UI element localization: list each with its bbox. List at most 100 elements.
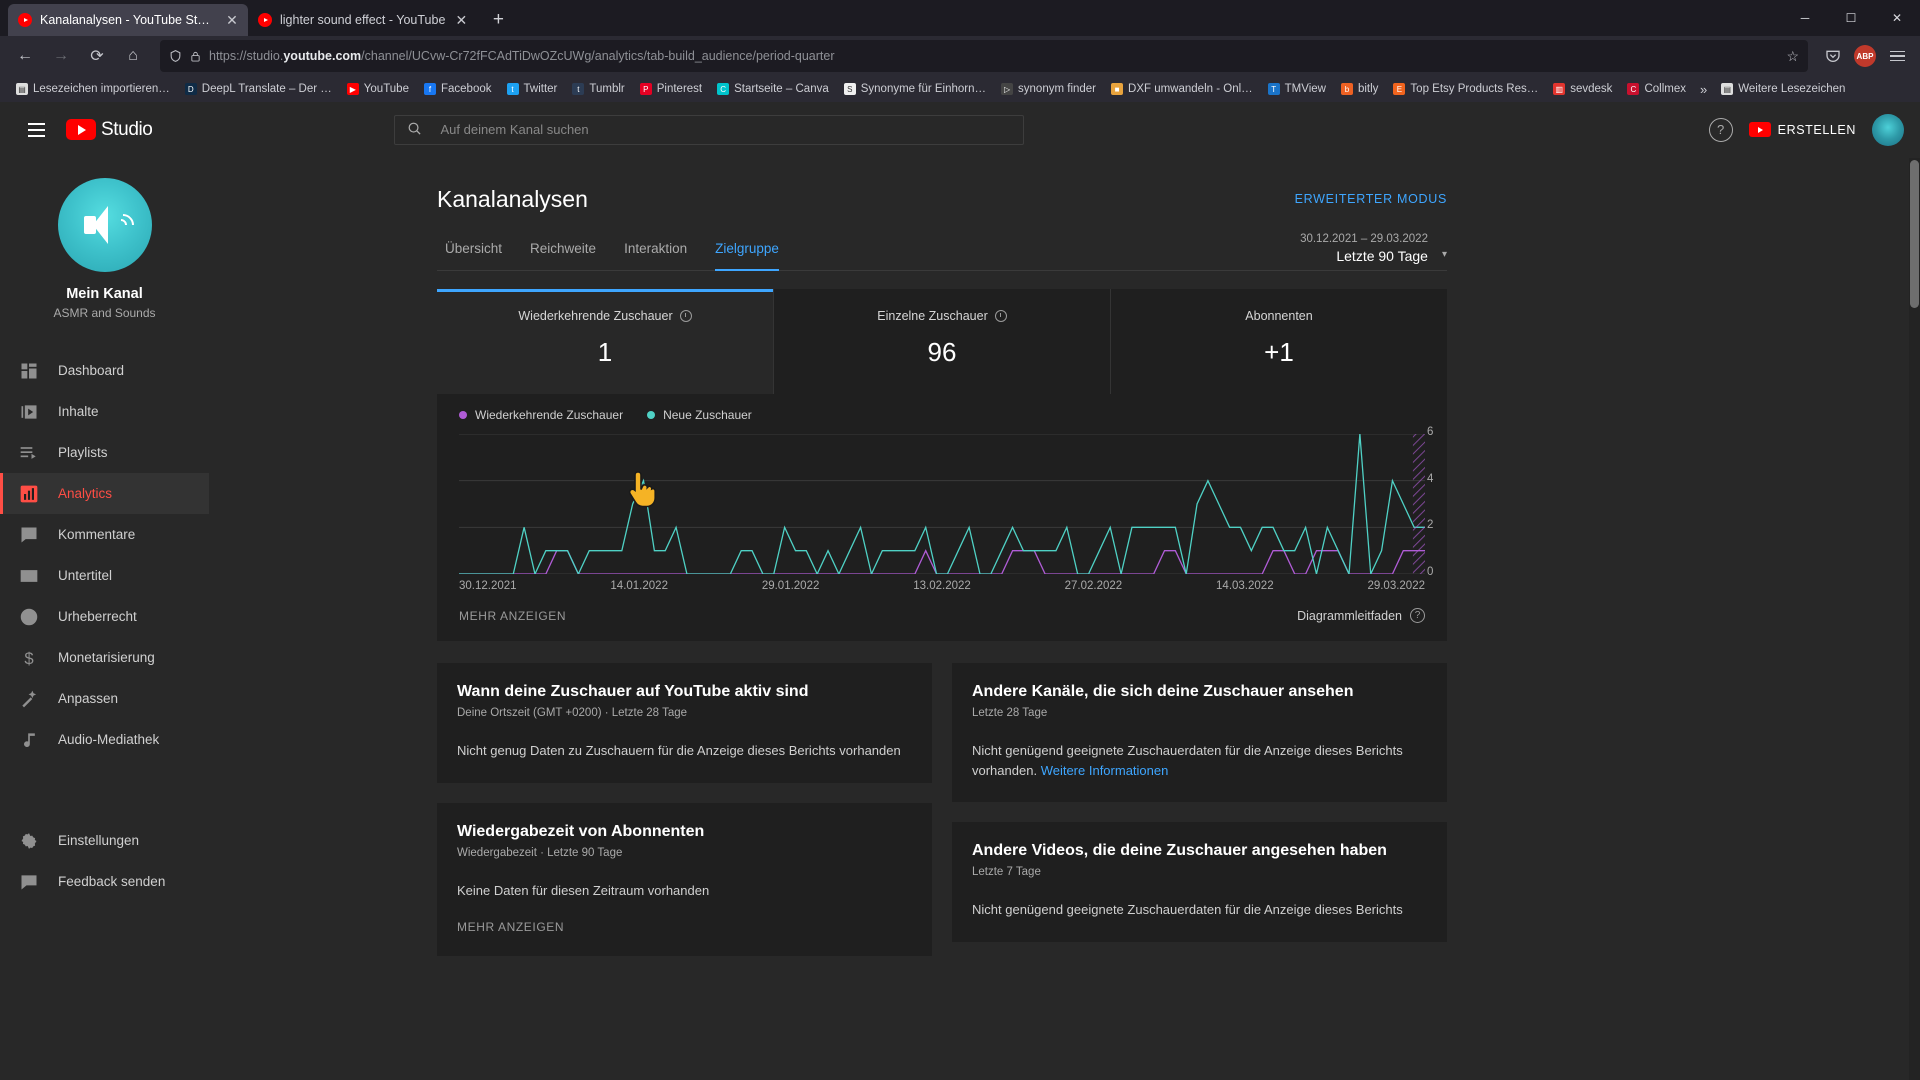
help-icon[interactable]: ? — [1410, 608, 1425, 623]
browser-navbar: ← → ⟳ ⌂ https://studio.youtube.com/chann… — [0, 36, 1920, 76]
close-tab-icon[interactable]: ✕ — [453, 12, 469, 29]
tab-reichweite[interactable]: Reichweite — [516, 241, 610, 270]
sidebar-item-einstellungen[interactable]: Einstellungen — [0, 820, 209, 861]
bookmark-item[interactable]: C Startseite – Canva — [711, 80, 835, 98]
bookmark-item[interactable]: P Pinterest — [634, 80, 708, 98]
sidebar-item-playlists[interactable]: Playlists — [0, 432, 209, 473]
pocket-icon[interactable] — [1818, 41, 1848, 71]
y-tick-label: 2 — [1427, 519, 1434, 532]
bookmark-item[interactable]: D DeepL Translate – Der … — [179, 80, 338, 98]
music-note-icon — [18, 729, 40, 751]
card-show-more-button[interactable]: MEHR ANZEIGEN — [457, 920, 912, 934]
sidebar-item-monetarisierung[interactable]: $ Monetarisierung — [0, 637, 209, 678]
sidebar-item-inhalte[interactable]: Inhalte — [0, 391, 209, 432]
info-clock-icon[interactable] — [679, 310, 692, 322]
sidebar-item-urheberrecht[interactable]: Urheberrecht — [0, 596, 209, 637]
lock-icon[interactable] — [190, 50, 201, 63]
home-button[interactable]: ⌂ — [116, 40, 150, 72]
search-input[interactable] — [440, 122, 1012, 137]
url-path: /channel/UCvw-Cr72fFCAdTiDwOZcUWg/analyt… — [361, 49, 835, 63]
tab-zielgruppe[interactable]: Zielgruppe — [701, 241, 793, 271]
bookmark-item[interactable]: t Twitter — [501, 80, 564, 98]
legend-item-returning[interactable]: Wiederkehrende Zuschauer — [459, 408, 623, 422]
sidebar-item-audio-mediathek[interactable]: Audio-Mediathek — [0, 719, 209, 760]
chart-guide-link[interactable]: Diagrammleitfaden ? — [1297, 608, 1425, 623]
studio-logo[interactable]: Studio — [66, 119, 153, 141]
tab-interaktion[interactable]: Interaktion — [610, 241, 701, 270]
account-icon[interactable]: ABP — [1850, 41, 1880, 71]
line-chart-plot[interactable]: 0 2 4 6 — [459, 426, 1433, 578]
url-text: https://studio.youtube.com/channel/UCvw-… — [209, 49, 1778, 63]
youtube-favicon-icon — [18, 13, 32, 27]
bookmark-item[interactable]: ▶ YouTube — [341, 80, 415, 98]
main-scrollbar-thumb[interactable] — [1910, 160, 1919, 308]
bookmark-item[interactable]: ▥ sevdesk — [1547, 80, 1618, 98]
x-tick-label: 13.02.2022 — [913, 580, 971, 592]
bookmark-star-icon[interactable]: ☆ — [1786, 48, 1799, 65]
channel-box: Mein Kanal ASMR and Sounds — [0, 178, 209, 334]
chart-legend: Wiederkehrende Zuschauer Neue Zuschauer — [437, 394, 1447, 422]
maximize-button[interactable]: ☐ — [1828, 0, 1874, 36]
new-tab-button[interactable]: + — [483, 5, 513, 35]
create-button[interactable]: ERSTELLEN — [1748, 122, 1856, 137]
adblock-badge[interactable]: ABP — [1854, 45, 1876, 67]
metric-wiederkehrende-zuschauer[interactable]: Wiederkehrende Zuschauer 1 — [437, 289, 774, 394]
bookmark-item[interactable]: ■ DXF umwandeln - Onl… — [1105, 80, 1259, 98]
card-learn-more-link[interactable]: Weitere Informationen — [1041, 763, 1169, 778]
x-tick-label: 29.01.2022 — [761, 580, 820, 592]
address-bar[interactable]: https://studio.youtube.com/channel/UCvw-… — [160, 40, 1808, 72]
reload-button[interactable]: ⟳ — [80, 40, 114, 72]
bookmark-item[interactable]: E Top Etsy Products Res… — [1387, 80, 1544, 98]
show-more-button[interactable]: MEHR ANZEIGEN — [459, 609, 566, 623]
forward-button[interactable]: → — [44, 40, 78, 72]
avatar[interactable] — [1872, 113, 1904, 146]
browser-tab-2[interactable]: lighter sound effect - YouTube ✕ — [248, 4, 477, 36]
other-bookmarks-folder[interactable]: ▤ Weitere Lesezeichen — [1715, 80, 1851, 98]
bookmarks-overflow-icon[interactable]: » — [1695, 82, 1712, 97]
sidebar-item-kommentare[interactable]: Kommentare — [0, 514, 209, 555]
close-window-button[interactable]: ✕ — [1874, 0, 1920, 36]
main-scrollbar-track[interactable] — [1909, 158, 1920, 1080]
metric-label-text: Wiederkehrende Zuschauer — [518, 309, 673, 323]
legend-item-new[interactable]: Neue Zuschauer — [647, 408, 752, 422]
search-box[interactable] — [394, 114, 1025, 145]
bookmark-item[interactable]: ▤ Lesezeichen importieren… — [10, 80, 176, 98]
hamburger-icon[interactable] — [16, 110, 56, 150]
metric-abonnenten[interactable]: Abonnenten +1 — [1111, 289, 1447, 394]
youtube-studio-app: Studio ? ERSTELLEN — [0, 102, 1920, 1080]
bookmark-item[interactable]: S Synonyme für Einhorn… — [838, 80, 992, 98]
advanced-mode-button[interactable]: ERWEITERTER MODUS — [1295, 186, 1447, 206]
bookmark-item[interactable]: f Facebook — [418, 80, 498, 98]
sidebar-item-dashboard[interactable]: Dashboard — [0, 350, 209, 391]
report-cards-left-column: Wann deine Zuschauer auf YouTube aktiv s… — [437, 663, 932, 956]
browser-menu-icon[interactable] — [1882, 41, 1912, 71]
minimize-button[interactable]: ─ — [1782, 0, 1828, 36]
bookmark-item[interactable]: C Collmex — [1621, 80, 1692, 98]
bookmark-item[interactable]: b bitly — [1335, 80, 1384, 98]
bookmark-item[interactable]: t Tumblr — [566, 80, 630, 98]
browser-tab-1[interactable]: Kanalanalysen - YouTube Studio ✕ — [8, 4, 248, 36]
shield-icon[interactable] — [169, 49, 182, 63]
sidebar-item-anpassen[interactable]: Anpassen — [0, 678, 209, 719]
info-clock-icon[interactable] — [994, 310, 1007, 322]
chevron-down-icon[interactable]: ▾ — [1442, 249, 1447, 264]
tab-uebersicht[interactable]: Übersicht — [437, 241, 516, 270]
channel-avatar[interactable] — [57, 178, 152, 272]
bookmark-label: Startseite – Canva — [734, 83, 829, 95]
sidebar-item-feedback[interactable]: Feedback senden — [0, 861, 209, 902]
metric-einzelne-zuschauer[interactable]: Einzelne Zuschauer 96 — [774, 289, 1111, 394]
bookmark-item[interactable]: T TMView — [1262, 80, 1332, 98]
back-button[interactable]: ← — [8, 40, 42, 72]
sidebar-item-label: Audio-Mediathek — [58, 732, 160, 747]
bookmark-item[interactable]: ▷ synonym finder — [995, 80, 1102, 98]
chart-card: Wiederkehrende Zuschauer 1 Einzelne Zusc… — [437, 289, 1447, 641]
date-range-selector[interactable]: 30.12.2021 – 29.03.2022 Letzte 90 Tage ▾ — [1300, 233, 1447, 270]
help-icon[interactable]: ? — [1708, 117, 1733, 142]
bookmarks-bar: ▤ Lesezeichen importieren… D DeepL Transla… — [0, 76, 1920, 102]
sidebar-item-label: Analytics — [58, 486, 113, 501]
sidebar-item-label: Inhalte — [58, 404, 99, 419]
metric-label: Abonnenten — [1111, 309, 1447, 323]
sidebar-item-untertitel[interactable]: Untertitel — [0, 555, 209, 596]
sidebar-item-analytics[interactable]: Analytics — [0, 473, 209, 514]
close-tab-icon[interactable]: ✕ — [224, 12, 240, 29]
